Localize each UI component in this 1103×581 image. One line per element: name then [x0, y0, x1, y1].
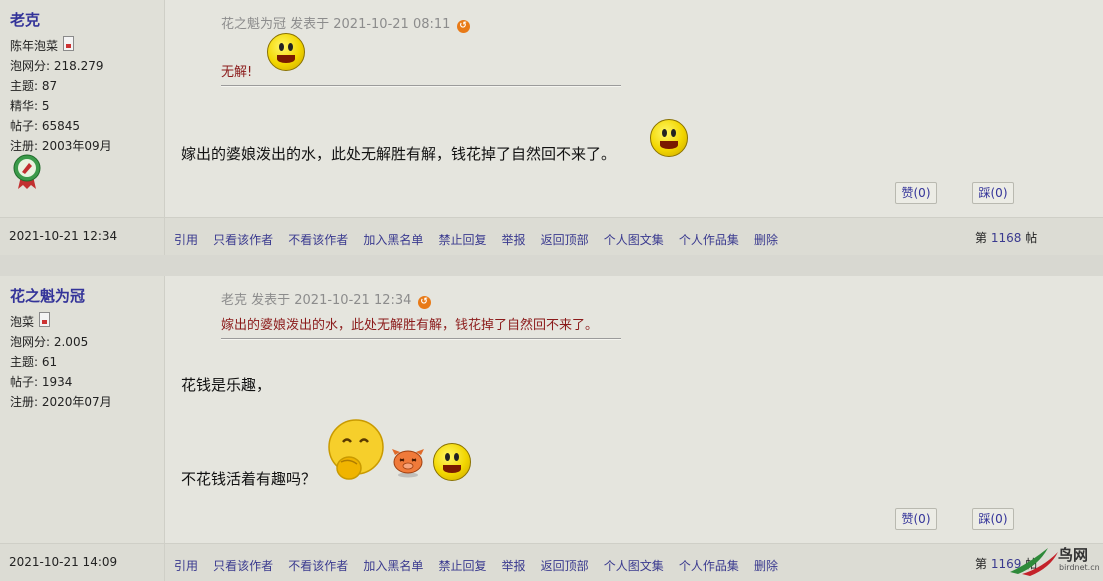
dislike-button[interactable]: 踩(0)	[972, 508, 1014, 530]
hide-author-action[interactable]: 不看该作者	[288, 559, 348, 573]
like-button[interactable]: 赞(0)	[895, 508, 937, 530]
jump-to-quote-icon[interactable]: ↺	[417, 296, 431, 309]
user-rank: 泡菜	[10, 312, 112, 332]
watermark-subtext: birdnet.cn	[1059, 563, 1100, 572]
user-registered: 注册: 2020年07月	[10, 395, 112, 409]
floor-link[interactable]: 1168	[991, 231, 1022, 245]
quote-meta-text: 花之魁为冠 发表于 2021-10-21 08:11	[221, 17, 451, 32]
hide-author-action[interactable]: 不看该作者	[288, 233, 348, 247]
author-stats: 陈年泡菜 泡网分: 218.279 主题: 87 精华: 5 帖子: 65845…	[10, 36, 112, 156]
report-action[interactable]: 举报	[502, 233, 526, 247]
works-collection-action[interactable]: 个人作品集	[679, 233, 739, 247]
author-sidebar: 老克 陈年泡菜 泡网分: 218.279 主题: 87 精华: 5 帖子: 65…	[0, 0, 165, 217]
smiley-icon	[433, 443, 471, 481]
thread-page: 老克 陈年泡菜 泡网分: 218.279 主题: 87 精华: 5 帖子: 65…	[0, 0, 1103, 581]
post-footer: 2021-10-21 14:09 引用 只看该作者 不看该作者 加入黑名单 禁止…	[0, 543, 1103, 581]
only-author-action[interactable]: 只看该作者	[213, 233, 273, 247]
user-rank: 陈年泡菜	[10, 36, 112, 56]
photo-collection-action[interactable]: 个人图文集	[604, 559, 664, 573]
works-collection-action[interactable]: 个人作品集	[679, 559, 739, 573]
post: 花之魁为冠 泡菜 泡网分: 2.005 主题: 61 帖子: 1934 注册: …	[0, 276, 1103, 543]
quote-divider	[221, 338, 621, 340]
post: 老克 陈年泡菜 泡网分: 218.279 主题: 87 精华: 5 帖子: 65…	[0, 0, 1103, 217]
smiley-icon	[267, 33, 305, 71]
jump-to-quote-icon[interactable]: ↺	[456, 20, 470, 33]
quote-divider	[221, 85, 621, 87]
user-score: 泡网分: 218.279	[10, 59, 104, 73]
pig-emoji-icon	[392, 449, 424, 478]
cover-mouth-emoji-icon	[328, 419, 384, 480]
post-body-line: 嫁出的婆娘泼出的水，此处无解胜有解，钱花掉了自然回不来了。	[181, 145, 617, 163]
quote-text: 嫁出的婆娘泼出的水，此处无解胜有解，钱花掉了自然回不来了。	[221, 318, 599, 333]
blacklist-action[interactable]: 加入黑名单	[363, 559, 423, 573]
quote-meta: 老克 发表于 2021-10-21 12:34 ↺	[221, 289, 431, 309]
user-rank-label: 陈年泡菜	[10, 39, 59, 53]
user-rank-label: 泡菜	[10, 315, 35, 329]
delete-action[interactable]: 删除	[754, 559, 778, 573]
post-content: 花之魁为冠 发表于 2021-10-21 08:11 ↺ 无解! 嫁出的婆娘泼出…	[165, 0, 1103, 217]
blacklist-action[interactable]: 加入黑名单	[363, 233, 423, 247]
quote-meta: 花之魁为冠 发表于 2021-10-21 08:11 ↺	[221, 13, 470, 33]
post-actions: 引用 只看该作者 不看该作者 加入黑名单 禁止回复 举报 返回顶部 个人图文集 …	[174, 555, 788, 574]
author-sidebar: 花之魁为冠 泡菜 泡网分: 2.005 主题: 61 帖子: 1934 注册: …	[0, 276, 165, 543]
forbid-reply-action[interactable]: 禁止回复	[438, 559, 486, 573]
floor-prefix: 第	[975, 231, 988, 245]
quote-action[interactable]: 引用	[174, 559, 198, 573]
floor-suffix: 帖	[1025, 231, 1038, 245]
dislike-button[interactable]: 踩(0)	[972, 182, 1014, 204]
floor-number: 第 1168 帖	[975, 229, 1037, 246]
photo-collection-action[interactable]: 个人图文集	[604, 233, 664, 247]
user-posts: 帖子: 65845	[10, 119, 81, 133]
only-author-action[interactable]: 只看该作者	[213, 559, 273, 573]
watermark-text: 鸟网	[1058, 546, 1089, 564]
user-posts: 帖子: 1934	[10, 375, 73, 389]
post-date: 2021-10-21 12:34	[9, 229, 118, 243]
quote-text: 无解!	[221, 65, 253, 80]
post-actions: 引用 只看该作者 不看该作者 加入黑名单 禁止回复 举报 返回顶部 个人图文集 …	[174, 229, 788, 248]
post-body-line: 花钱是乐趣，	[181, 376, 272, 394]
quote-action[interactable]: 引用	[174, 233, 198, 247]
report-action[interactable]: 举报	[502, 559, 526, 573]
forbid-reply-action[interactable]: 禁止回复	[438, 233, 486, 247]
user-digest: 精华: 5	[10, 99, 50, 113]
post-body-line: 不花钱活着有趣吗？	[181, 470, 317, 488]
rank-icon	[63, 36, 75, 51]
post-footer: 2021-10-21 12:34 引用 只看该作者 不看该作者 加入黑名单 禁止…	[0, 217, 1103, 255]
medal-icon	[13, 154, 41, 189]
author-name-link[interactable]: 花之魁为冠	[10, 285, 85, 306]
author-stats: 泡菜 泡网分: 2.005 主题: 61 帖子: 1934 注册: 2020年0…	[10, 312, 112, 412]
post-content: 老克 发表于 2021-10-21 12:34 ↺ 嫁出的婆娘泼出的水，此处无解…	[165, 276, 1103, 543]
author-name-link[interactable]: 老克	[10, 9, 40, 30]
back-to-top-action[interactable]: 返回顶部	[541, 559, 589, 573]
rank-icon	[39, 312, 51, 327]
floor-prefix: 第	[975, 557, 988, 571]
post-date: 2021-10-21 14:09	[9, 555, 118, 569]
user-registered: 注册: 2003年09月	[10, 139, 112, 153]
user-topics: 主题: 61	[10, 355, 58, 369]
user-score: 泡网分: 2.005	[10, 335, 89, 349]
user-topics: 主题: 87	[10, 79, 58, 93]
like-button[interactable]: 赞(0)	[895, 182, 937, 204]
delete-action[interactable]: 删除	[754, 233, 778, 247]
back-to-top-action[interactable]: 返回顶部	[541, 233, 589, 247]
quote-meta-text: 老克 发表于 2021-10-21 12:34	[221, 293, 412, 308]
smiley-icon	[650, 119, 688, 157]
